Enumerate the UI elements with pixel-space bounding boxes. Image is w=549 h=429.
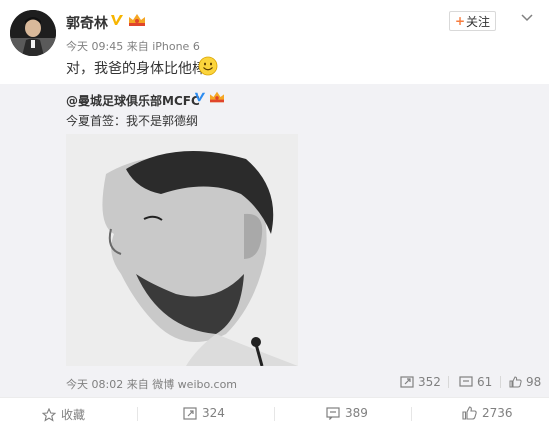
vip-crown-icon — [129, 14, 145, 26]
post-text: 对，我爸的身体比他棒 — [66, 61, 206, 77]
favorite-button[interactable]: 收藏 — [42, 406, 85, 423]
repost-text: 今夏首签：我不是郭德纲 — [66, 114, 199, 128]
chevron-down-icon[interactable] — [520, 10, 534, 24]
repost-button[interactable]: 324 — [183, 406, 225, 420]
repost-icon — [183, 406, 197, 420]
avatar-photo — [10, 10, 56, 56]
repost-action-count: 324 — [202, 406, 225, 420]
repost-icon — [400, 376, 414, 388]
repost-photo[interactable] — [66, 134, 298, 366]
thumbs-up-icon — [462, 406, 477, 420]
verified-icon — [111, 15, 123, 25]
divider — [448, 376, 449, 388]
like-count: 98 — [526, 375, 542, 389]
follow-button[interactable]: + 关注 — [449, 11, 496, 31]
divider — [137, 407, 138, 421]
favorite-label: 收藏 — [61, 408, 86, 422]
divider — [500, 376, 501, 388]
comment-count: 61 — [477, 375, 493, 389]
divider — [411, 407, 412, 421]
author-avatar[interactable] — [10, 10, 56, 56]
repost-author[interactable]: @曼城足球俱乐部MCFC — [66, 92, 200, 109]
smile-emoji-icon — [198, 56, 218, 76]
post-meta: 今天 09:45 来自 iPhone 6 — [66, 40, 200, 53]
comment-action-count: 389 — [345, 406, 368, 420]
like-action-count: 2736 — [482, 406, 513, 420]
verified-icon — [194, 92, 206, 102]
plus-icon: + — [454, 14, 466, 28]
comment-button[interactable]: 389 — [326, 406, 368, 420]
action-bar: 收藏 324 389 2736 — [0, 397, 549, 429]
divider — [274, 407, 275, 421]
comment-icon — [326, 406, 340, 420]
repost-meta: 今天 08:02 来自 微博 weibo.com — [66, 378, 238, 391]
comment-icon — [459, 376, 473, 387]
repost-card: @曼城足球俱乐部MCFC 今夏首签：我不是郭德纲 今天 08:02 来自 微博 … — [0, 84, 549, 397]
vip-crown-icon — [210, 91, 224, 103]
repost-like-stat[interactable]: 98 — [509, 375, 541, 389]
author-name[interactable]: 郭奇林 — [66, 13, 108, 33]
thumbs-up-icon — [509, 376, 522, 388]
repost-count: 352 — [418, 375, 441, 389]
star-icon — [42, 407, 56, 422]
portrait-image — [66, 134, 298, 366]
repost-comment-stat[interactable]: 61 — [459, 375, 492, 389]
follow-label: 关注 — [466, 14, 491, 29]
repost-repost-stat[interactable]: 352 — [400, 375, 441, 389]
like-button[interactable]: 2736 — [462, 406, 513, 420]
